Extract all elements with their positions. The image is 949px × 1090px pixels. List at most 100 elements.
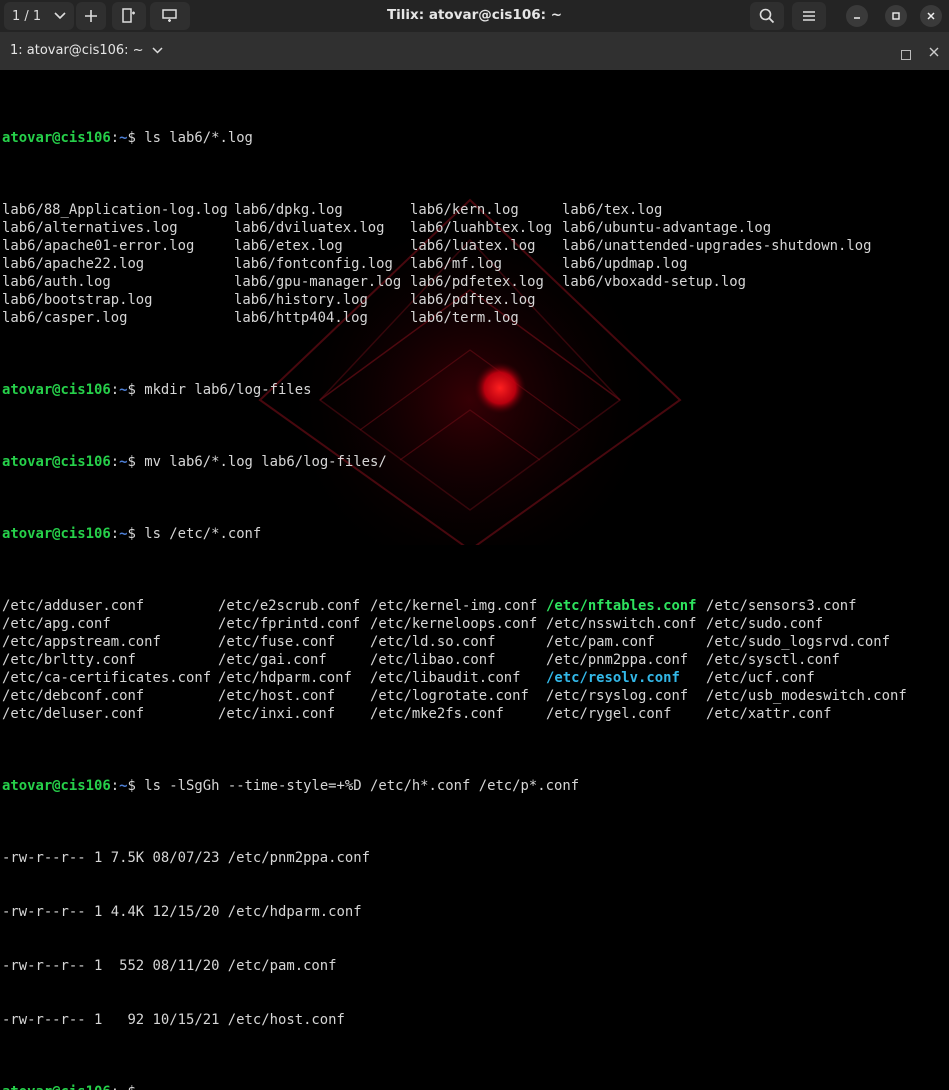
prompt-separator: : [110, 454, 120, 470]
prompt-symbol: $ [127, 1084, 144, 1090]
text-cursor: _ [144, 1084, 152, 1090]
prompt-line: atovar@cis106:~$ ls /etc/*.conf [2, 525, 948, 543]
conf-file-entry: /etc/ucf.conf [706, 670, 815, 686]
conf-file-entry: /etc/deluser.conf [2, 706, 145, 722]
command-text: mkdir lab6/log-files [144, 382, 312, 398]
log-file-entry: lab6/alternatives.log [2, 220, 178, 236]
conf-file-entry: /etc/fprintd.conf [218, 616, 361, 632]
log-file-entry: lab6/luahbtex.log [410, 220, 553, 236]
conf-file-entry: /etc/adduser.conf [2, 598, 145, 614]
terminal-output[interactable]: atovar@cis106:~$ ls lab6/*.log lab6/88_A… [2, 75, 948, 1090]
prompt-symbol: $ [127, 454, 145, 470]
log-file-entry: lab6/ubuntu-advantage.log [562, 220, 772, 236]
prompt-separator: : [110, 130, 120, 146]
prompt-path: ~ [119, 1084, 127, 1090]
conf-file-row: /etc/adduser.conf/etc/e2scrub.conf/etc/k… [2, 597, 948, 615]
conf-file-entry: /etc/brltty.conf [2, 652, 136, 668]
conf-file-entry: /etc/kernel-img.conf [370, 598, 538, 614]
command-text: ls /etc/*.conf [144, 526, 262, 542]
conf-file-row: /etc/apg.conf/etc/fprintd.conf/etc/kerne… [2, 615, 948, 633]
prompt-symbol: $ [127, 778, 145, 794]
prompt-separator: : [111, 1084, 119, 1090]
conf-file-entry: /etc/ld.so.conf [370, 634, 496, 650]
search-icon [759, 8, 775, 24]
conf-file-entry: /etc/gai.conf [218, 652, 327, 668]
conf-file-row: /etc/appstream.conf/etc/fuse.conf/etc/ld… [2, 633, 948, 651]
log-file-row: lab6/casper.log lab6/http404.log lab6/term… [2, 309, 948, 327]
conf-file-entry: /etc/resolv.conf [546, 670, 680, 686]
conf-file-entry: /etc/host.conf [218, 688, 336, 704]
terminal-close-icon[interactable] [928, 46, 940, 58]
conf-file-entry: /etc/appstream.conf [2, 634, 161, 650]
hamburger-menu-icon [803, 11, 815, 21]
prompt-user: atovar@cis106 [2, 526, 111, 542]
minimize-icon [854, 17, 860, 19]
prompt-symbol: $ [127, 526, 145, 542]
conf-file-entry: /etc/sudo_logsrvd.conf [706, 634, 890, 650]
command-text: mv lab6/*.log lab6/log-files/ [144, 454, 387, 470]
prompt-separator: : [110, 778, 120, 794]
menu-button[interactable] [792, 2, 826, 30]
conf-file-entry: /etc/nftables.conf [546, 598, 697, 614]
conf-file-entry: /etc/kerneloops.conf [370, 616, 538, 632]
log-file-entry: lab6/auth.log [2, 274, 111, 290]
log-file-row: lab6/bootstrap.log lab6/history.log lab6/p… [2, 291, 948, 309]
conf-file-entry: /etc/e2scrub.conf [218, 598, 361, 614]
close-button[interactable] [920, 5, 942, 27]
conf-file-entry: /etc/pnm2ppa.conf [546, 652, 689, 668]
conf-file-row: /etc/deluser.conf/etc/inxi.conf/etc/mke2… [2, 705, 948, 723]
prompt-symbol: $ [127, 130, 145, 146]
listing-line: -rw-r--r-- 1 552 08/11/20 /etc/pam.conf [2, 958, 337, 974]
terminal-title-dropdown[interactable]: 1: atovar@cis106: ~ [10, 43, 163, 58]
log-file-entry: lab6/tex.log [562, 202, 663, 218]
log-file-row: lab6/auth.log lab6/gpu-manager.log lab6/pd… [2, 273, 948, 291]
log-file-entry: lab6/casper.log [2, 310, 128, 326]
log-file-entry: lab6/updmap.log [562, 256, 688, 272]
log-file-entry: lab6/mf.log [410, 256, 502, 272]
prompt-path: ~ [119, 778, 128, 794]
conf-file-entry: /etc/sudo.conf [706, 616, 824, 632]
conf-file-entry: /etc/libao.conf [370, 652, 496, 668]
prompt-symbol: $ [127, 382, 145, 398]
log-file-entry: lab6/fontconfig.log [234, 256, 393, 272]
conf-file-entry: /etc/fuse.conf [218, 634, 336, 650]
conf-file-row: /etc/debconf.conf/etc/host.conf/etc/logr… [2, 687, 948, 705]
log-file-row: lab6/88_Application-log.log lab6/dpkg.log… [2, 201, 948, 219]
terminal-maximize-icon[interactable] [901, 50, 911, 60]
log-file-entry: lab6/unattended-upgrades-shutdown.log [562, 238, 872, 254]
listing-line: -rw-r--r-- 1 92 10/15/21 /etc/host.conf [2, 1012, 345, 1028]
conf-file-row: /etc/ca-certificates.conf/etc/hdparm.con… [2, 669, 948, 687]
chevron-down-icon [152, 47, 163, 54]
terminal-header: 1: atovar@cis106: ~ [0, 32, 949, 70]
prompt-separator: : [110, 526, 120, 542]
conf-file-entry: /etc/rsyslog.conf [546, 688, 689, 704]
prompt-line[interactable]: atovar@cis106:~$ _ [2, 1083, 948, 1090]
log-listing: lab6/88_Application-log.log lab6/dpkg.log… [2, 201, 948, 327]
listing-line: -rw-r--r-- 1 7.5K 08/07/23 /etc/pnm2ppa.… [2, 850, 370, 866]
conf-file-entry: /etc/ca-certificates.conf [2, 670, 212, 686]
prompt-separator: : [110, 382, 120, 398]
prompt-user: atovar@cis106 [2, 454, 111, 470]
log-file-entry: lab6/history.log [234, 292, 368, 308]
command-text: ls lab6/*.log [144, 130, 253, 146]
log-file-entry: lab6/http404.log [234, 310, 368, 326]
conf-file-entry: /etc/pam.conf [546, 634, 655, 650]
log-file-entry: lab6/pdfetex.log [410, 274, 544, 290]
conf-file-entry: /etc/debconf.conf [2, 688, 145, 704]
minimize-button[interactable] [846, 5, 868, 27]
maximize-button[interactable] [885, 5, 907, 27]
log-file-row: lab6/apache01-error.log lab6/etex.log lab6… [2, 237, 948, 255]
prompt-user: atovar@cis106 [2, 382, 111, 398]
conf-file-entry: /etc/libaudit.conf [370, 670, 521, 686]
command-text: ls -lSgGh --time-style=+%D /etc/h*.conf … [144, 778, 580, 794]
log-file-entry: lab6/88_Application-log.log [2, 202, 228, 218]
log-file-entry: lab6/apache22.log [2, 256, 145, 272]
conf-file-entry: /etc/inxi.conf [218, 706, 336, 722]
search-button[interactable] [750, 2, 784, 30]
log-file-row: lab6/apache22.log lab6/fontconfig.log lab6… [2, 255, 948, 273]
conf-file-entry: /etc/hdparm.conf [218, 670, 352, 686]
maximize-icon [892, 12, 900, 20]
log-file-row: lab6/alternatives.log lab6/dviluatex.log l… [2, 219, 948, 237]
log-file-entry: lab6/dpkg.log [234, 202, 343, 218]
prompt-line: atovar@cis106:~$ ls lab6/*.log [2, 129, 948, 147]
